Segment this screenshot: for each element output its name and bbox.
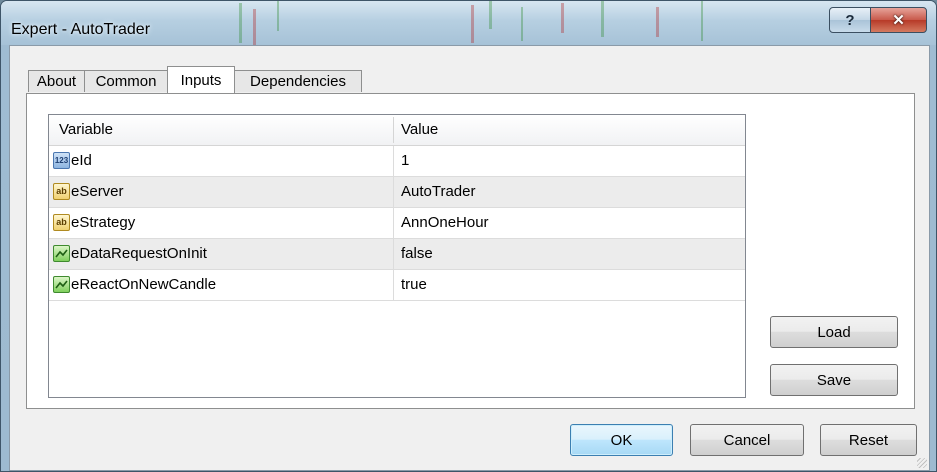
cell-divider	[393, 177, 394, 208]
dialog-client-area: About Common Inputs Dependencies Variabl…	[9, 45, 930, 471]
variable-name: eStrategy	[71, 214, 136, 231]
variable-value[interactable]: AutoTrader	[401, 177, 475, 207]
grid-header: Variable Value	[49, 115, 745, 146]
expert-dialog-window: Expert - AutoTrader ? ✕ About Common Inp…	[0, 0, 937, 472]
variable-name: eServer	[71, 183, 124, 200]
variable-name: eReactOnNewCandle	[71, 276, 217, 293]
string-icon: ab	[53, 214, 70, 231]
variable-value[interactable]: true	[401, 270, 427, 300]
tab-dependencies[interactable]: Dependencies	[234, 70, 362, 92]
tab-common[interactable]: Common	[84, 70, 168, 92]
tab-inputs[interactable]: Inputs	[167, 66, 235, 93]
close-button[interactable]: ✕	[870, 7, 927, 33]
variable-value[interactable]: 1	[401, 146, 409, 176]
variable-value[interactable]: AnnOneHour	[401, 208, 489, 238]
inputs-tab-panel: Variable Value 123 eId 1 ab eServer Auto…	[26, 93, 915, 409]
cancel-button[interactable]: Cancel	[690, 424, 804, 456]
column-header-value[interactable]: Value	[401, 115, 438, 145]
window-title: Expert - AutoTrader	[11, 21, 151, 38]
load-button[interactable]: Load	[770, 316, 898, 348]
cell-divider	[393, 239, 394, 270]
column-header-variable[interactable]: Variable	[59, 115, 113, 145]
resize-grip[interactable]	[917, 458, 927, 468]
cell-divider	[393, 146, 394, 177]
ok-button[interactable]: OK	[570, 424, 673, 456]
title-bar[interactable]: Expert - AutoTrader ? ✕	[1, 1, 936, 45]
table-row[interactable]: ab eStrategy AnnOneHour	[49, 208, 745, 239]
inputs-grid[interactable]: Variable Value 123 eId 1 ab eServer Auto…	[48, 114, 746, 398]
column-divider[interactable]	[393, 117, 394, 143]
cell-divider	[393, 208, 394, 239]
table-row[interactable]: eReactOnNewCandle true	[49, 270, 745, 301]
table-row[interactable]: 123 eId 1	[49, 146, 745, 177]
variable-value[interactable]: false	[401, 239, 433, 269]
string-icon: ab	[53, 183, 70, 200]
variable-name: eDataRequestOnInit	[71, 245, 207, 262]
help-button[interactable]: ?	[829, 7, 871, 33]
boolean-icon	[53, 276, 70, 293]
tab-about[interactable]: About	[28, 70, 85, 92]
integer-icon: 123	[53, 152, 70, 169]
cell-divider	[393, 270, 394, 301]
boolean-icon	[53, 245, 70, 262]
save-button[interactable]: Save	[770, 364, 898, 396]
variable-name: eId	[71, 152, 92, 169]
table-row[interactable]: eDataRequestOnInit false	[49, 239, 745, 270]
reset-button[interactable]: Reset	[820, 424, 917, 456]
table-row[interactable]: ab eServer AutoTrader	[49, 177, 745, 208]
